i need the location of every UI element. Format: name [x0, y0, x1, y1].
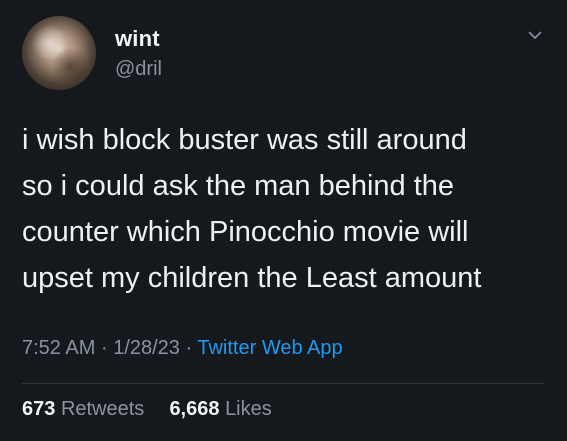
- divider: [22, 383, 545, 384]
- tweet-card: wint @dril i wish block buster was still…: [0, 0, 567, 441]
- author-name[interactable]: wint: [115, 26, 160, 52]
- retweets-count: 673: [22, 398, 56, 420]
- tweet-source[interactable]: Twitter Web App: [197, 337, 342, 359]
- likes-count: 6,668: [169, 398, 220, 420]
- likes-label: Likes: [225, 398, 272, 420]
- retweets-label: Retweets: [60, 398, 145, 420]
- tweet-stats: 673 Retweets 6,668 Likes: [22, 398, 272, 421]
- meta-separator: ·: [100, 337, 108, 359]
- tweet-date[interactable]: 1/28/23: [113, 337, 180, 359]
- tweet-meta: 7:52 AM · 1/28/23 · Twitter Web App: [22, 337, 343, 360]
- meta-separator: ·: [185, 337, 193, 359]
- avatar-shadow: [52, 46, 88, 86]
- tweet-text: i wish block buster was still around so …: [22, 124, 482, 294]
- retweets-link[interactable]: 673 Retweets: [22, 398, 150, 420]
- likes-link[interactable]: 6,668 Likes: [169, 398, 271, 420]
- author-handle[interactable]: @dril: [115, 58, 162, 81]
- tweet-time[interactable]: 7:52 AM: [22, 337, 95, 359]
- avatar[interactable]: [22, 16, 96, 90]
- chevron-down-icon[interactable]: [528, 28, 542, 42]
